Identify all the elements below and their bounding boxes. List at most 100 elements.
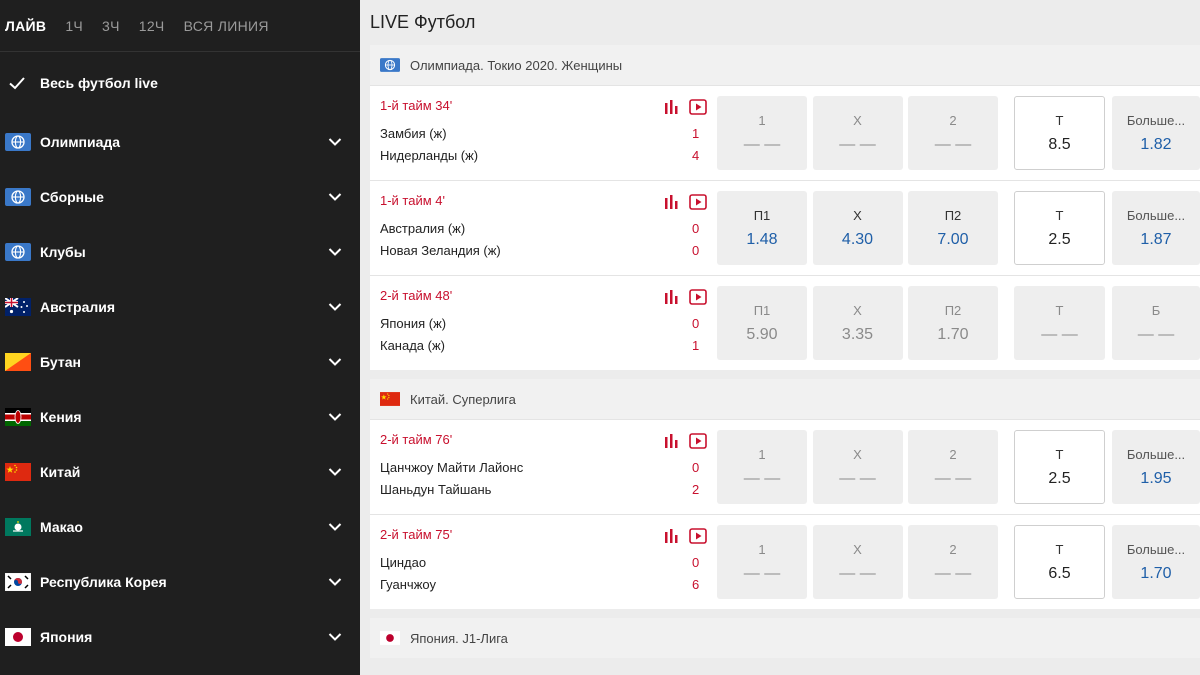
league-header[interactable]: Олимпиада. Токио 2020. Женщины [370,45,1200,85]
odds-button[interactable]: Х 3.35 [812,286,903,360]
video-icon[interactable] [689,527,707,544]
sidebar-item-label: Бутан [40,353,81,370]
sidebar-item[interactable]: Республика Корея [0,554,360,609]
score-away: 1 [692,337,700,353]
chevron-down-icon[interactable] [328,577,342,587]
tab-3h[interactable]: 3Ч [102,18,120,34]
sidebar-item[interactable]: Кения [0,389,360,444]
chevron-down-icon[interactable] [328,247,342,257]
odds-button[interactable]: 1 — — [717,430,807,504]
stats-icon[interactable] [664,528,680,543]
sidebar-item[interactable]: Клубы [0,224,360,279]
odds-label: Х [853,112,862,128]
tab-1h[interactable]: 1Ч [65,18,83,34]
league-header[interactable]: Япония. J1-Лига [370,618,1200,658]
score-away: 4 [692,147,700,163]
over-button[interactable]: Больше... 1.70 [1112,525,1200,599]
chevron-down-icon[interactable] [328,137,342,147]
match-info[interactable]: 2-й тайм 75' Циндао Гуанчжоу 0 6 [370,515,707,610]
match-info[interactable]: 2-й тайм 76' Цанчжоу Майти Лайонс Шаньдун … [370,420,707,515]
stats-icon[interactable] [664,99,680,114]
odds-button[interactable]: П2 7.00 [908,191,998,265]
sidebar-item[interactable]: Австралия [0,279,360,334]
total-button[interactable]: Т — — [1014,286,1105,360]
china-flag-icon [5,462,31,481]
odds-group: 1 — — Х — — 2 — — Т 2.5 Больше... 1.95 [701,420,1200,515]
odds-button[interactable]: Х — — [812,525,903,599]
score-away: 6 [692,576,700,592]
odds-button[interactable]: 1 — — [717,96,807,170]
chevron-down-icon[interactable] [328,632,342,642]
total-label: Т [1055,207,1064,223]
odds-value: — — [743,564,781,582]
odds-button[interactable]: П2 1.70 [908,286,998,360]
odds-group: 1 — — Х — — 2 — — Т 8.5 Больше... 1.82 [701,86,1200,181]
odds-button[interactable]: 2 — — [908,430,998,504]
country-list: Олимпиада Сборные Клубы Австралия Бутан Кения… [0,114,360,664]
chevron-down-icon[interactable] [328,467,342,477]
over-value: 1.70 [1140,564,1172,582]
odds-button[interactable]: Х — — [812,430,903,504]
stats-icon[interactable] [664,289,680,304]
odds-value: 7.00 [937,230,969,248]
team-home: Япония (ж) [380,315,447,331]
match-row: 1-й тайм 34' Замбия (ж) Нидерланды (ж) 1 4 1 —… [370,85,1200,180]
team-home: Австралия (ж) [380,220,466,236]
league-header[interactable]: Китай. Суперлига [370,379,1200,419]
odds-button[interactable]: Х — — [812,96,903,170]
match-info[interactable]: 1-й тайм 4' Австралия (ж) Новая Зеландия (… [370,181,707,276]
chevron-down-icon[interactable] [328,302,342,312]
stats-icon[interactable] [664,433,680,448]
sidebar-item-label: Япония [40,628,93,645]
odds-label: 2 [949,446,957,462]
sidebar-item[interactable]: Бутан [0,334,360,389]
odds-button[interactable]: П1 1.48 [717,191,807,265]
over-button[interactable]: Больше... 1.82 [1112,96,1200,170]
tab-live[interactable]: ЛАЙВ [5,18,46,34]
sidebar-item-label: Макао [40,518,83,535]
score-home: 0 [692,220,700,236]
odds-button[interactable]: П1 5.90 [717,286,807,360]
kenya-flag-icon [5,407,31,426]
odds-button[interactable]: Х 4.30 [812,191,903,265]
chevron-down-icon[interactable] [328,412,342,422]
video-icon[interactable] [689,193,707,210]
video-icon[interactable] [689,432,707,449]
all-football-live-item[interactable]: Весь футбол live [0,52,360,114]
japan-flag-icon [380,631,400,645]
over-button[interactable]: Б — — [1112,286,1200,360]
video-icon[interactable] [689,288,707,305]
match-info[interactable]: 2-й тайм 48' Япония (ж) Канада (ж) 0 1 [370,276,707,371]
sidebar-item[interactable]: Олимпиада [0,114,360,169]
score-home: 0 [692,554,700,570]
stats-icon[interactable] [664,194,680,209]
score-home: 1 [692,125,700,141]
over-button[interactable]: Больше... 1.87 [1112,191,1200,265]
score-home: 0 [692,459,700,475]
video-icon[interactable] [689,98,707,115]
sidebar-item[interactable]: Макао [0,499,360,554]
total-button[interactable]: Т 8.5 [1014,96,1105,170]
match-info[interactable]: 1-й тайм 34' Замбия (ж) Нидерланды (ж) 1 4 [370,86,707,181]
league-name: Япония. J1-Лига [410,630,508,646]
sidebar-item[interactable]: Китай [0,444,360,499]
total-value: 6.5 [1048,564,1071,582]
sidebar-item[interactable]: Сборные [0,169,360,224]
odds-button[interactable]: 2 — — [908,525,998,599]
total-button[interactable]: Т 6.5 [1014,525,1105,599]
tab-full-line[interactable]: ВСЯ ЛИНИЯ [184,18,269,34]
total-button[interactable]: Т 2.5 [1014,191,1105,265]
chevron-down-icon[interactable] [328,522,342,532]
over-button[interactable]: Больше... 1.95 [1112,430,1200,504]
chevron-down-icon[interactable] [328,357,342,367]
total-button[interactable]: Т 2.5 [1014,430,1105,504]
odds-value: — — [934,135,972,153]
tab-12h[interactable]: 12Ч [139,18,165,34]
team-away: Гуанчжоу [380,576,436,592]
odds-button[interactable]: 2 — — [908,96,998,170]
sidebar-item[interactable]: Япония [0,609,360,664]
odds-button[interactable]: 1 — — [717,525,807,599]
period-tabs: ЛАЙВ 1Ч 3Ч 12Ч ВСЯ ЛИНИЯ [0,0,360,52]
chevron-down-icon[interactable] [328,192,342,202]
globe-icon [5,242,31,261]
